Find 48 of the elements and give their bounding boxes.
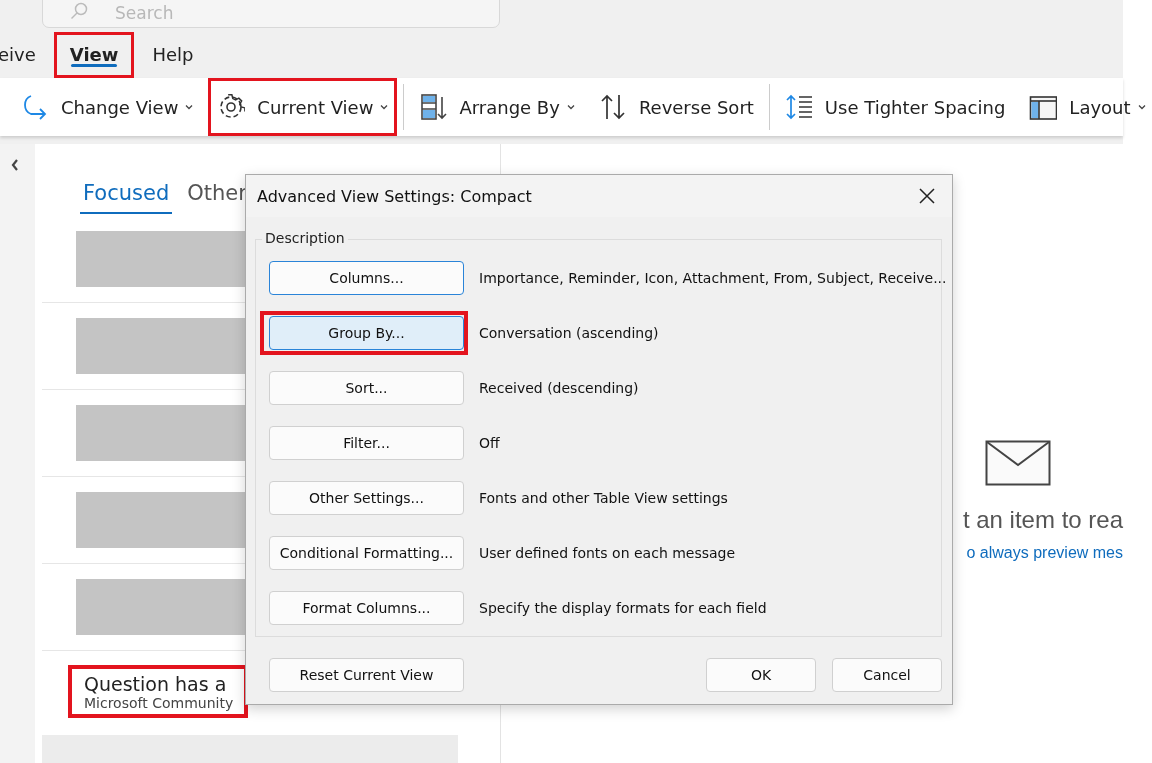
ribbon-button[interactable]: Change View <box>12 78 203 136</box>
dialog-button[interactable]: Filter... <box>269 426 464 460</box>
setting-description: Conversation (ascending) <box>479 325 659 341</box>
setting-description: User defined fonts on each message <box>479 545 736 561</box>
setting-description: Received (descending) <box>479 380 639 396</box>
search-icon <box>70 2 88 20</box>
ribbon-button[interactable]: Current View <box>208 78 398 136</box>
setting-description: Importance, Reminder, Icon, Attachment, From, Subject, Receive... <box>479 270 947 286</box>
message-sender: Microsoft Community <box>84 694 232 711</box>
dialog-button[interactable]: Columns... <box>269 261 464 295</box>
preview-link[interactable]: o always preview mes <box>966 544 1123 562</box>
caret-icon <box>185 104 194 110</box>
dialog-button[interactable]: Sort... <box>269 371 464 405</box>
dialog-button[interactable]: Group By... <box>269 316 464 350</box>
arrange-icon <box>419 93 448 121</box>
group-label: Description <box>262 230 348 246</box>
inbox-tab[interactable]: Other <box>184 174 250 214</box>
caret-icon <box>1137 104 1146 110</box>
ribbon-button[interactable]: Arrange By <box>410 78 584 136</box>
menu-tab[interactable]: Help <box>136 32 210 78</box>
caret-icon <box>380 104 389 110</box>
settings-icon <box>217 93 246 121</box>
search-field[interactable]: Search <box>42 0 500 28</box>
caret-icon <box>566 104 575 110</box>
ribbon-button[interactable]: Layout <box>1020 78 1152 136</box>
setting-description: Specify the display formats for each field <box>479 600 767 616</box>
menu-tab[interactable]: View <box>53 32 135 78</box>
collapse-chevron-icon[interactable] <box>10 159 19 171</box>
message-subject: Question has a <box>84 672 228 695</box>
inbox-tab[interactable]: Focused <box>80 174 173 214</box>
layout-icon <box>1029 93 1058 121</box>
setting-description: Off <box>479 435 500 451</box>
dialog-button[interactable]: Cancel <box>832 658 942 692</box>
dialog-button[interactable]: Format Columns... <box>269 591 464 625</box>
ribbon-button[interactable]: Use Tighter Spacing <box>775 78 1015 136</box>
close-icon[interactable] <box>919 188 935 204</box>
setting-description: Fonts and other Table View settings <box>479 490 728 506</box>
empty-pane-message: t an item to rea <box>962 506 1123 534</box>
ribbon-button[interactable]: Reverse Sort <box>589 78 763 136</box>
dialog-button[interactable]: Reset Current View <box>269 658 464 692</box>
envelope-icon <box>985 440 1051 486</box>
dialog-button[interactable]: OK <box>706 658 816 692</box>
change-view-arrow-icon <box>21 93 49 121</box>
dialog-button[interactable]: Conditional Formatting... <box>269 536 464 570</box>
message-item[interactable]: Question has a Microsoft Community <box>68 664 248 718</box>
dialog-title: Advanced View Settings: Compact <box>257 186 532 206</box>
dialog-button[interactable]: Other Settings... <box>269 481 464 515</box>
line-spacing-icon <box>784 93 813 121</box>
